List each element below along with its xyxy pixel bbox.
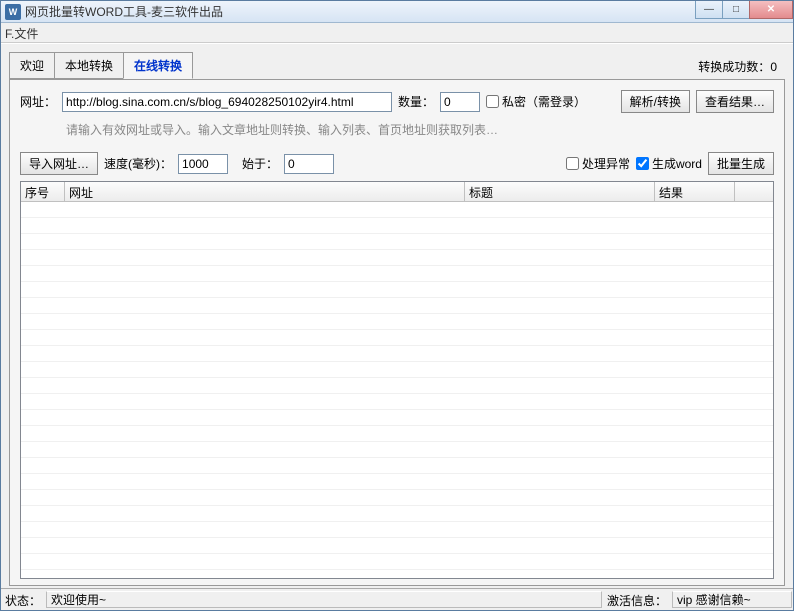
- client-area: 欢迎 本地转换 在线转换 转换成功数：0 网址： 数量： 私密（需登录） 解析/…: [1, 43, 793, 588]
- speed-input[interactable]: [178, 154, 228, 174]
- close-button[interactable]: ✕: [749, 1, 793, 19]
- import-url-button[interactable]: 导入网址…: [20, 152, 98, 175]
- success-label: 转换成功数：: [698, 60, 770, 74]
- genword-checkbox-wrap[interactable]: 生成word: [636, 155, 702, 172]
- exception-checkbox[interactable]: [566, 157, 579, 170]
- status-value: 欢迎使用~: [46, 591, 602, 608]
- quantity-input[interactable]: [440, 92, 480, 112]
- start-at-label: 始于：: [242, 155, 278, 172]
- app-window: W 网页批量转WORD工具-麦三软件出品 — □ ✕ F.文件 欢迎 本地转换 …: [0, 0, 794, 611]
- col-url[interactable]: 网址: [65, 182, 465, 201]
- genword-checkbox[interactable]: [636, 157, 649, 170]
- url-row: 网址： 数量： 私密（需登录） 解析/转换 查看结果…: [20, 90, 774, 113]
- success-counter: 转换成功数：0: [698, 58, 785, 79]
- private-checkbox-wrap[interactable]: 私密（需登录）: [486, 93, 586, 110]
- col-title[interactable]: 标题: [465, 182, 655, 201]
- activation-label: 激活信息：: [603, 589, 671, 610]
- tab-online-convert[interactable]: 在线转换: [123, 52, 193, 79]
- status-bar: 状态： 欢迎使用~ 激活信息： vip 感谢信赖~: [1, 588, 793, 610]
- status-label: 状态：: [1, 589, 45, 610]
- success-count: 0: [770, 60, 777, 74]
- col-extra[interactable]: [735, 182, 773, 201]
- maximize-button[interactable]: □: [722, 1, 750, 19]
- col-result[interactable]: 结果: [655, 182, 735, 201]
- batch-generate-button[interactable]: 批量生成: [708, 152, 774, 175]
- table-body[interactable]: [21, 202, 773, 578]
- exception-label: 处理异常: [582, 155, 630, 172]
- title-bar[interactable]: W 网页批量转WORD工具-麦三软件出品 — □ ✕: [1, 1, 793, 23]
- genword-label: 生成word: [652, 155, 702, 172]
- menu-bar: F.文件: [1, 23, 793, 43]
- online-panel: 网址： 数量： 私密（需登录） 解析/转换 查看结果… 请输入有效网址或导入。输…: [9, 79, 785, 586]
- menu-file[interactable]: F.文件: [5, 27, 38, 41]
- view-result-button[interactable]: 查看结果…: [696, 90, 774, 113]
- col-seq[interactable]: 序号: [21, 182, 65, 201]
- url-input[interactable]: [62, 92, 392, 112]
- hint-text: 请输入有效网址或导入。输入文章地址则转换、输入列表、首页地址则获取列表…: [66, 121, 774, 138]
- window-controls: — □ ✕: [696, 1, 793, 19]
- exception-checkbox-wrap[interactable]: 处理异常: [566, 155, 630, 172]
- private-label: 私密（需登录）: [502, 93, 586, 110]
- start-at-input[interactable]: [284, 154, 334, 174]
- quantity-label: 数量：: [398, 93, 434, 110]
- table-header: 序号 网址 标题 结果: [21, 182, 773, 202]
- minimize-button[interactable]: —: [695, 1, 723, 19]
- tab-local-convert[interactable]: 本地转换: [54, 52, 124, 79]
- parse-convert-button[interactable]: 解析/转换: [621, 90, 690, 113]
- activation-value: vip 感谢信赖~: [672, 591, 792, 608]
- tab-strip: 欢迎 本地转换 在线转换 转换成功数：0: [1, 44, 793, 79]
- batch-row: 导入网址… 速度(毫秒)： 始于： 处理异常 生成word 批量生成: [20, 152, 774, 175]
- tab-welcome[interactable]: 欢迎: [9, 52, 55, 79]
- app-icon: W: [5, 4, 21, 20]
- private-checkbox[interactable]: [486, 95, 499, 108]
- result-table[interactable]: 序号 网址 标题 结果: [20, 181, 774, 579]
- speed-label: 速度(毫秒)：: [104, 155, 172, 172]
- url-label: 网址：: [20, 93, 56, 110]
- window-title: 网页批量转WORD工具-麦三软件出品: [25, 3, 223, 20]
